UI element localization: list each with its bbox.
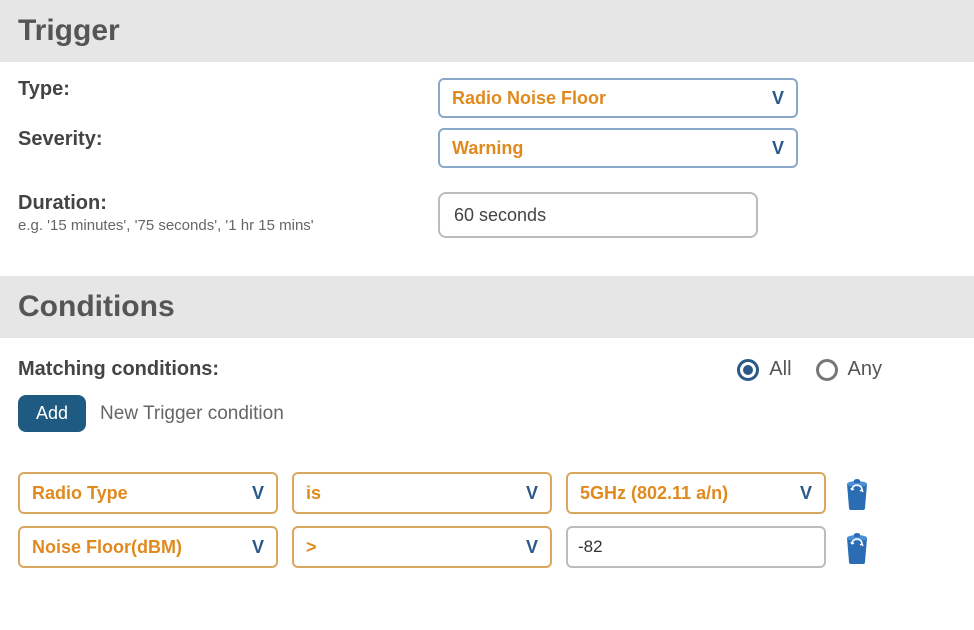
radio-all[interactable] xyxy=(737,359,759,381)
matching-radio-group: All Any xyxy=(737,358,896,381)
matching-label: Matching conditions: xyxy=(18,358,219,381)
type-row: Type: Radio Noise Floor V xyxy=(18,78,956,118)
condition-field-select[interactable]: Radio Type V xyxy=(18,472,278,514)
add-text: New Trigger condition xyxy=(100,403,284,425)
condition-row: Radio Type V is V 5GHz (802.11 a/n) V xyxy=(18,472,956,514)
radio-any[interactable] xyxy=(816,359,838,381)
delete-condition-button[interactable] xyxy=(840,473,874,513)
chevron-down-icon: V xyxy=(526,483,538,504)
conditions-header: Conditions xyxy=(0,276,974,338)
matching-row: Matching conditions: All Any xyxy=(18,358,956,381)
trigger-title: Trigger xyxy=(18,14,956,48)
conditions-title: Conditions xyxy=(18,290,956,324)
condition-operator-select[interactable]: is V xyxy=(292,472,552,514)
severity-row: Severity: Warning V xyxy=(18,128,956,168)
condition-field-select[interactable]: Noise Floor(dBM) V xyxy=(18,526,278,568)
chevron-down-icon: V xyxy=(526,537,538,558)
trash-icon xyxy=(844,530,870,564)
type-select-text: Radio Noise Floor xyxy=(452,88,606,109)
conditions-body: Matching conditions: All Any Add New Tri… xyxy=(0,338,974,610)
condition-value-text: 5GHz (802.11 a/n) xyxy=(580,483,728,504)
add-button[interactable]: Add xyxy=(18,395,86,432)
trash-icon xyxy=(844,476,870,510)
duration-label: Duration: xyxy=(18,192,438,215)
chevron-down-icon: V xyxy=(252,537,264,558)
condition-operator-select[interactable]: > V xyxy=(292,526,552,568)
type-select[interactable]: Radio Noise Floor V xyxy=(438,78,798,118)
severity-label: Severity: xyxy=(18,128,438,151)
condition-operator-text: is xyxy=(306,483,321,504)
condition-field-text: Noise Floor(dBM) xyxy=(32,537,182,558)
trigger-body: Type: Radio Noise Floor V Severity: Warn… xyxy=(0,62,974,276)
chevron-down-icon: V xyxy=(252,483,264,504)
condition-field-text: Radio Type xyxy=(32,483,128,504)
chevron-down-icon: V xyxy=(800,483,812,504)
radio-dot-icon xyxy=(743,365,753,375)
chevron-down-icon: V xyxy=(772,88,784,109)
severity-select[interactable]: Warning V xyxy=(438,128,798,168)
radio-any-label: Any xyxy=(848,358,882,381)
radio-all-label: All xyxy=(769,358,791,381)
duration-hint: e.g. '15 minutes', '75 seconds', '1 hr 1… xyxy=(18,217,438,234)
type-label: Type: xyxy=(18,78,438,101)
condition-operator-text: > xyxy=(306,537,317,558)
add-row: Add New Trigger condition xyxy=(18,395,956,432)
trigger-header: Trigger xyxy=(0,0,974,62)
duration-input[interactable] xyxy=(438,192,758,238)
duration-row: Duration: e.g. '15 minutes', '75 seconds… xyxy=(18,192,956,238)
condition-value-select[interactable]: 5GHz (802.11 a/n) V xyxy=(566,472,826,514)
condition-value-input[interactable] xyxy=(566,526,826,568)
condition-row: Noise Floor(dBM) V > V xyxy=(18,526,956,568)
severity-select-text: Warning xyxy=(452,138,523,159)
chevron-down-icon: V xyxy=(772,138,784,159)
delete-condition-button[interactable] xyxy=(840,527,874,567)
